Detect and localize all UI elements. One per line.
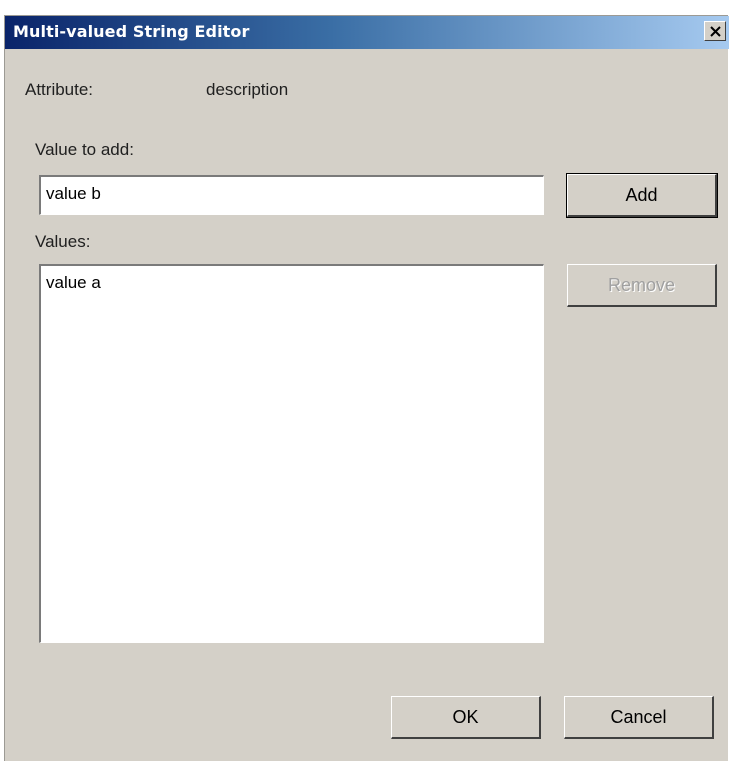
ok-button[interactable]: OK — [391, 696, 541, 739]
cancel-button[interactable]: Cancel — [564, 696, 714, 739]
title-bar[interactable]: Multi-valued String Editor — [5, 16, 729, 49]
close-icon — [710, 26, 721, 37]
attribute-label: Attribute: — [25, 80, 94, 99]
add-button[interactable]: Add — [566, 173, 718, 218]
list-item[interactable]: value a — [46, 273, 101, 293]
attribute-value: description — [206, 80, 289, 99]
close-button[interactable] — [704, 21, 726, 41]
values-label: Values: — [35, 232, 91, 251]
values-listbox[interactable]: value a — [39, 264, 544, 643]
value-to-add-input[interactable]: value b — [39, 175, 544, 215]
remove-button: Remove — [567, 264, 717, 307]
dialog-title: Multi-valued String Editor — [13, 22, 250, 41]
multi-valued-string-editor-dialog: Multi-valued String Editor Attribute: de… — [4, 15, 729, 761]
value-to-add-label: Value to add: — [35, 140, 134, 159]
